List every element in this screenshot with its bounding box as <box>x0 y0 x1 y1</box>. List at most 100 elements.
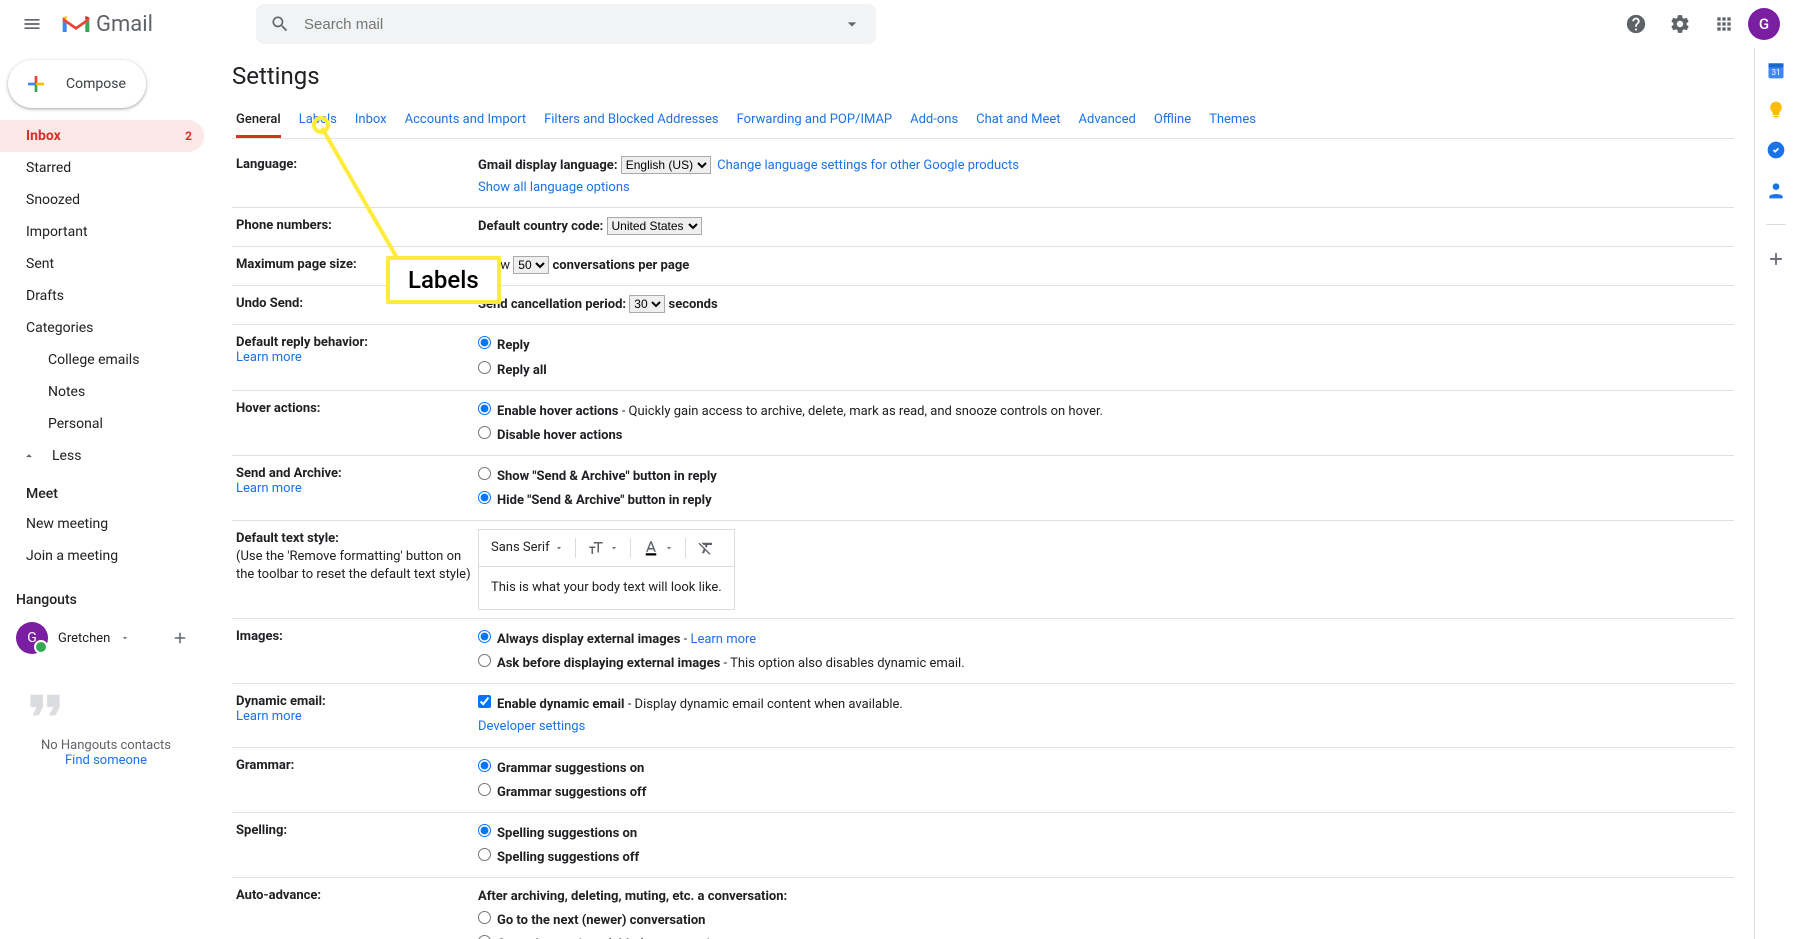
send-archive-learn-more[interactable]: Learn more <box>236 481 302 496</box>
change-language-link[interactable]: Change language settings for other Googl… <box>717 158 1019 173</box>
compose-label: Compose <box>66 76 126 92</box>
settings-button[interactable] <box>1660 4 1700 44</box>
radio-spelling-off[interactable] <box>478 848 491 861</box>
tab-chat-and-meet[interactable]: Chat and Meet <box>976 102 1060 138</box>
contacts-icon[interactable] <box>1766 180 1786 200</box>
tab-offline[interactable]: Offline <box>1154 102 1191 138</box>
search-options-button[interactable] <box>832 4 872 44</box>
dynamic-learn-more[interactable]: Learn more <box>236 709 302 724</box>
developer-settings-link[interactable]: Developer settings <box>478 719 585 734</box>
sidebar-item-inbox[interactable]: Inbox2 <box>0 120 204 152</box>
remove-formatting-button[interactable] <box>691 534 721 562</box>
tab-add-ons[interactable]: Add-ons <box>910 102 958 138</box>
tasks-icon[interactable] <box>1766 140 1786 160</box>
gmail-logo[interactable]: Gmail <box>56 12 256 37</box>
gmail-m-icon <box>60 12 92 36</box>
radio-grammar-on[interactable] <box>478 759 491 772</box>
search-input[interactable] <box>300 16 832 33</box>
radio-spelling-on[interactable] <box>478 824 491 837</box>
side-panel: 31 <box>1754 48 1796 939</box>
label-images: Images: <box>236 627 478 675</box>
row-images: Images: Always display external images -… <box>232 619 1734 684</box>
search-button[interactable] <box>260 4 300 44</box>
sidebar: Compose Inbox2StarredSnoozedImportantSen… <box>0 48 212 939</box>
add-addon-icon[interactable] <box>1766 249 1786 269</box>
images-learn-more[interactable]: Learn more <box>690 632 756 647</box>
apps-button[interactable] <box>1704 4 1744 44</box>
page-title: Settings <box>232 56 1734 102</box>
search-bar <box>256 4 876 44</box>
label-text-style: Default text style: <box>236 531 339 546</box>
font-family-dropdown[interactable]: Sans Serif <box>485 534 570 562</box>
radio-advance-newer[interactable] <box>478 911 491 924</box>
meet-item-new-meeting[interactable]: New meeting <box>0 508 204 540</box>
search-icon <box>270 14 290 34</box>
language-select[interactable]: English (US) <box>621 156 711 174</box>
sidebar-item-sent[interactable]: Sent <box>0 248 204 280</box>
compose-plus-icon <box>20 68 52 100</box>
radio-hover-disable[interactable] <box>478 426 491 439</box>
chevron-down-icon <box>120 633 130 643</box>
radio-hover-enable[interactable] <box>478 402 491 415</box>
radio-hide-send-archive[interactable] <box>478 491 491 504</box>
account-avatar[interactable]: G <box>1748 8 1780 40</box>
hangouts-avatar: G <box>16 622 48 654</box>
chevron-down-icon <box>609 543 619 553</box>
text-color-dropdown[interactable] <box>636 534 680 562</box>
radio-reply[interactable] <box>478 336 491 349</box>
tab-general[interactable]: General <box>236 102 281 138</box>
row-send-archive: Send and Archive: Learn more Show "Send … <box>232 456 1734 521</box>
label-phone: Phone numbers: <box>236 216 478 238</box>
quote-icon <box>20 680 70 730</box>
keep-icon[interactable] <box>1766 100 1786 120</box>
sidebar-item-personal[interactable]: Personal <box>0 408 204 440</box>
row-hover-actions: Hover actions: Enable hover actions - Qu… <box>232 391 1734 456</box>
tab-accounts-and-import[interactable]: Accounts and Import <box>405 102 526 138</box>
label-hover: Hover actions: <box>236 399 478 447</box>
undo-period-select[interactable]: 30 <box>629 295 665 313</box>
tab-forwarding-and-pop-imap[interactable]: Forwarding and POP/IMAP <box>737 102 893 138</box>
sidebar-item-starred[interactable]: Starred <box>0 152 204 184</box>
gear-icon <box>1669 13 1691 35</box>
page-size-select[interactable]: 50 <box>513 256 549 274</box>
tab-themes[interactable]: Themes <box>1209 102 1256 138</box>
main-menu-button[interactable] <box>8 0 56 48</box>
hangouts-user-row[interactable]: G Gretchen <box>0 616 212 660</box>
radio-grammar-off[interactable] <box>478 783 491 796</box>
country-code-select[interactable]: United States <box>607 217 702 235</box>
reply-behavior-learn-more[interactable]: Learn more <box>236 350 302 365</box>
tab-inbox[interactable]: Inbox <box>355 102 387 138</box>
sidebar-item-college-emails[interactable]: College emails <box>0 344 204 376</box>
row-auto-advance: Auto-advance: After archiving, deleting,… <box>232 878 1734 939</box>
calendar-icon[interactable]: 31 <box>1766 60 1786 80</box>
radio-advance-older[interactable] <box>478 935 491 939</box>
sidebar-less[interactable]: Less <box>0 440 212 472</box>
radio-reply-all[interactable] <box>478 361 491 374</box>
sidebar-item-snoozed[interactable]: Snoozed <box>0 184 204 216</box>
font-size-dropdown[interactable] <box>581 534 625 562</box>
apps-icon <box>1714 14 1734 34</box>
tab-filters-and-blocked-addresses[interactable]: Filters and Blocked Addresses <box>544 102 719 138</box>
meet-item-join-a-meeting[interactable]: Join a meeting <box>0 540 204 572</box>
hamburger-icon <box>22 14 42 34</box>
settings-tabs: GeneralLabelsInboxAccounts and ImportFil… <box>232 102 1734 139</box>
radio-show-send-archive[interactable] <box>478 467 491 480</box>
radio-images-always[interactable] <box>478 630 491 643</box>
callout-labels: Labels <box>386 256 501 304</box>
tab-advanced[interactable]: Advanced <box>1079 102 1136 138</box>
label-reply-behavior: Default reply behavior: <box>236 335 368 350</box>
show-all-languages-link[interactable]: Show all language options <box>478 180 630 195</box>
support-button[interactable] <box>1616 4 1656 44</box>
radio-images-ask[interactable] <box>478 654 491 667</box>
checkbox-dynamic-email[interactable] <box>478 695 491 708</box>
text-style-preview: Sans Serif This is what your body text w… <box>478 529 735 610</box>
row-phone: Phone numbers: Default country code: Uni… <box>232 208 1734 247</box>
sidebar-item-categories[interactable]: Categories <box>0 312 204 344</box>
hangouts-find-someone-link[interactable]: Find someone <box>20 753 192 768</box>
hangouts-new-chat-button[interactable] <box>164 622 196 654</box>
sidebar-item-important[interactable]: Important <box>0 216 204 248</box>
compose-button[interactable]: Compose <box>8 60 146 108</box>
sidebar-item-notes[interactable]: Notes <box>0 376 204 408</box>
svg-text:31: 31 <box>1771 68 1780 78</box>
sidebar-item-drafts[interactable]: Drafts <box>0 280 204 312</box>
